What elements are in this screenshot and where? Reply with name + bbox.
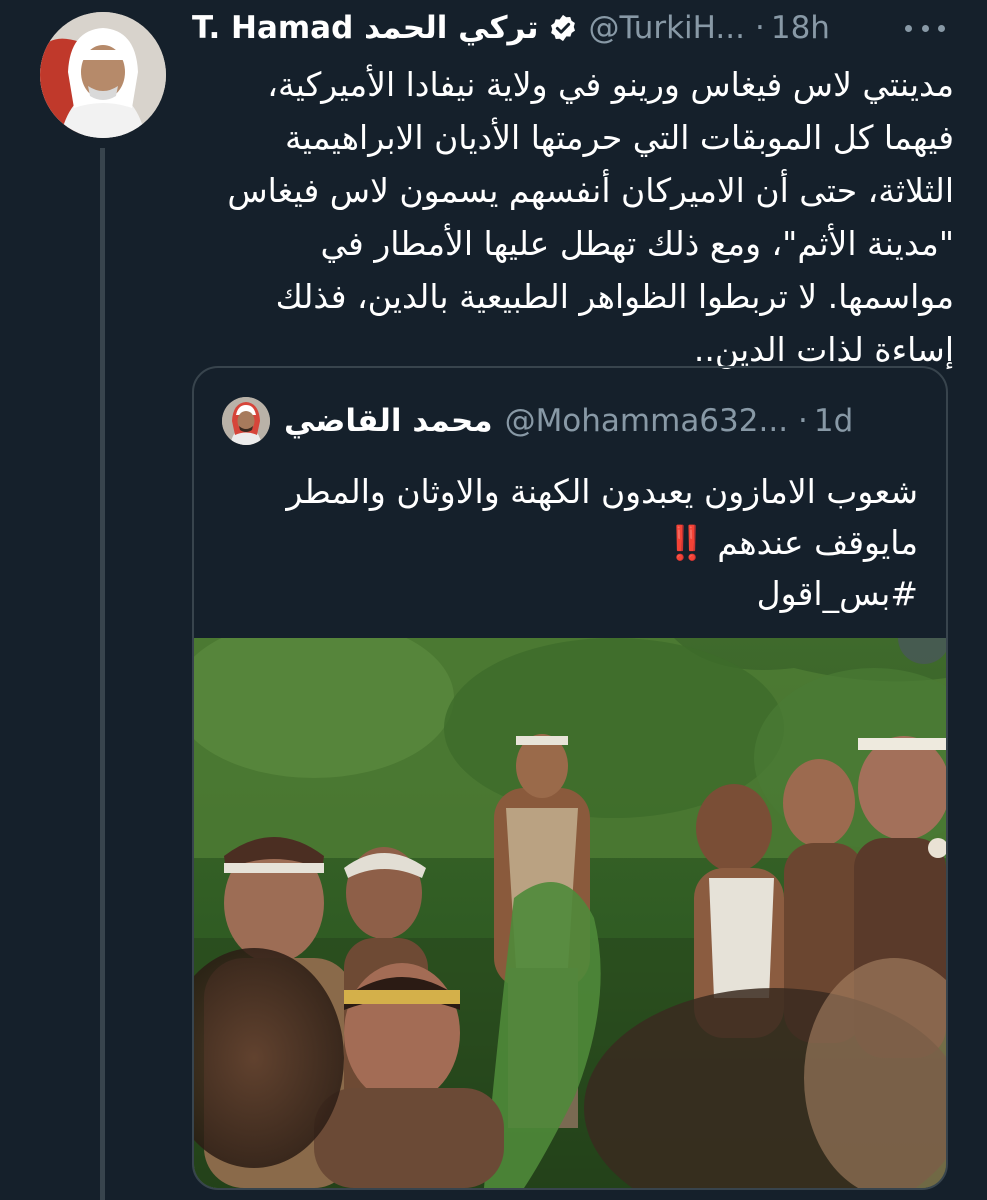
tweet-text: مدينتي لاس فيغاس ورينو في ولاية نيفادا ا… bbox=[227, 65, 954, 369]
author-display-name[interactable]: T. Hamad تركي الحمد bbox=[192, 10, 538, 46]
thread-line bbox=[100, 148, 105, 1200]
quoted-author-avatar bbox=[222, 397, 270, 445]
quoted-text-line-2: مايوقف عندهم ‼️ bbox=[222, 517, 918, 568]
quoted-author-display-name[interactable]: محمد القاضي bbox=[284, 403, 493, 439]
author-handle[interactable]: @TurkiH... bbox=[588, 10, 745, 46]
quoted-tweet-text: شعوب الامازون يعبدون الكهنة والاوثان وال… bbox=[222, 466, 918, 619]
more-horizontal-icon[interactable] bbox=[905, 16, 945, 40]
quoted-author-handle[interactable]: @Mohamma632... bbox=[505, 403, 788, 439]
quoted-text-line-2-words: مايوقف عندهم bbox=[717, 523, 918, 562]
double-exclamation-icon: ‼️ bbox=[665, 523, 707, 562]
quoted-tweet-timestamp[interactable]: 1d bbox=[814, 403, 853, 439]
quoted-tweet-header: محمد القاضي @Mohamma632... · 1d bbox=[222, 396, 912, 446]
quoted-text-line-1: شعوب الامازون يعبدون الكهنة والاوثان وال… bbox=[286, 472, 918, 511]
tweet-timestamp[interactable]: 18h bbox=[771, 10, 830, 46]
quoted-tweet[interactable]: محمد القاضي @Mohamma632... · 1d شعوب الا… bbox=[192, 366, 948, 1190]
quoted-separator-dot: · bbox=[798, 403, 808, 439]
verified-badge-icon bbox=[548, 13, 578, 43]
quoted-media-photo[interactable] bbox=[194, 638, 946, 1188]
separator-dot: · bbox=[755, 10, 765, 46]
tweet-header: T. Hamad تركي الحمد @TurkiH... · 18h bbox=[192, 6, 830, 50]
author-avatar[interactable] bbox=[40, 12, 166, 138]
tweet-view: T. Hamad تركي الحمد @TurkiH... · 18h مدي… bbox=[0, 0, 987, 1200]
hashtag-link[interactable]: #بس_اقول bbox=[222, 568, 918, 619]
